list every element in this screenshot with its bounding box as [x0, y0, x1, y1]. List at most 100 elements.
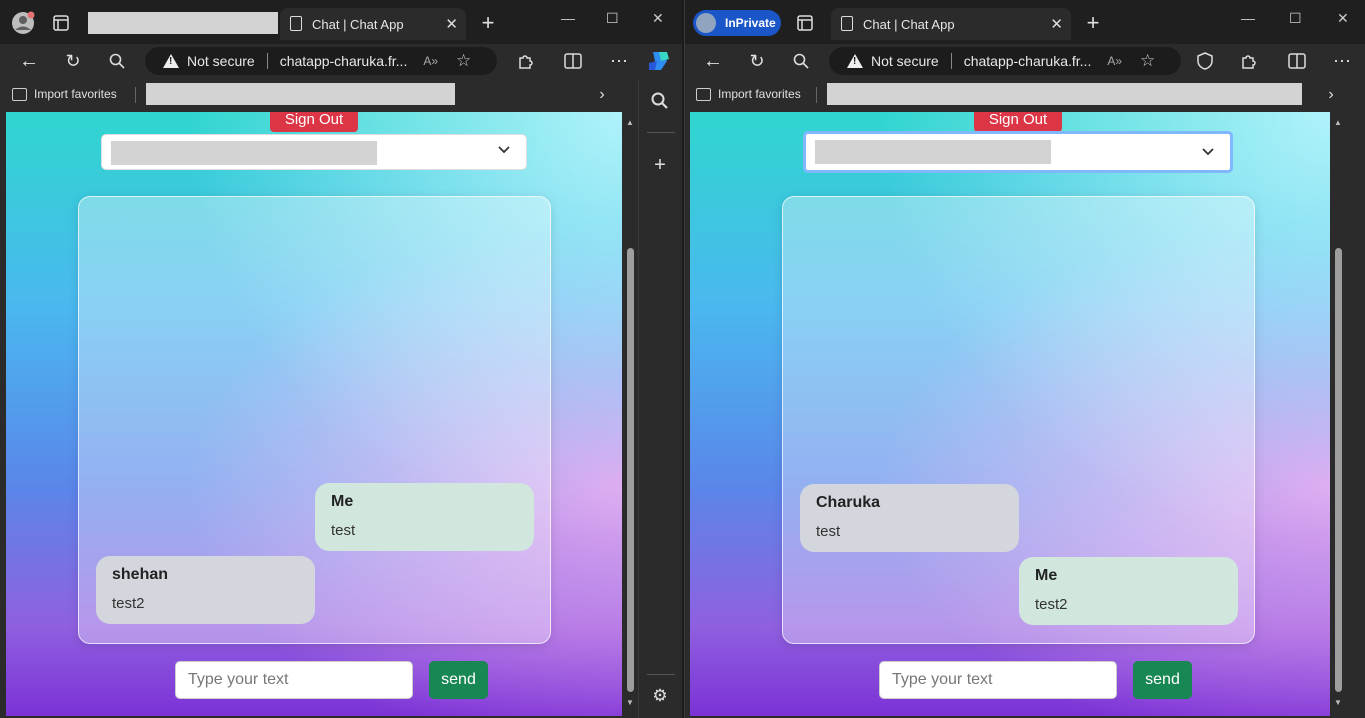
search-icon[interactable] [787, 47, 815, 75]
redacted-tab[interactable] [88, 12, 278, 34]
read-aloud-icon[interactable]: A» [1107, 54, 1122, 68]
extensions-icon[interactable] [511, 47, 539, 75]
scroll-up-icon[interactable]: ▲ [1334, 118, 1342, 127]
close-window-icon[interactable]: ✕ [652, 10, 664, 27]
chat-messages-box: Me test shehan test2 [78, 196, 551, 644]
sign-out-button[interactable]: Sign Out [270, 112, 358, 132]
scroll-down-icon[interactable]: ▼ [626, 698, 634, 707]
redacted-selected-user [111, 141, 377, 165]
browser-window-right: InPrivate Chat | Chat App ✕ + — ☐ ✕ ← ↻ … [684, 0, 1365, 718]
inprivate-avatar-icon [696, 13, 716, 33]
tab-bar: InPrivate Chat | Chat App ✕ + — ☐ ✕ [685, 0, 1365, 44]
tab-actions-icon[interactable] [47, 9, 75, 37]
chat-messages-box: Charuka test Me test2 [782, 196, 1255, 644]
message-sender: Me [1035, 567, 1058, 584]
send-button[interactable]: send [429, 661, 488, 699]
more-menu-icon[interactable]: ⋯ [1328, 47, 1356, 75]
minimize-icon[interactable]: — [1241, 10, 1255, 26]
tab-title: Chat | Chat App [312, 16, 404, 32]
tab-title: Chat | Chat App [863, 16, 955, 32]
chevron-right-icon[interactable]: › [1317, 81, 1345, 109]
extensions-icon[interactable] [1234, 47, 1262, 75]
message-bubble-received: Charuka test [800, 484, 1019, 552]
tab-chat-app[interactable]: Chat | Chat App ✕ [831, 8, 1071, 40]
favorite-star-icon[interactable]: ☆ [1140, 51, 1155, 71]
url-text: chatapp-charuka.fr... [963, 53, 1092, 69]
send-button[interactable]: send [1133, 661, 1192, 699]
scroll-up-icon[interactable]: ▲ [626, 118, 634, 127]
scrollbar-thumb[interactable] [627, 248, 634, 692]
sidebar-add-icon[interactable]: + [646, 151, 674, 179]
user-select[interactable] [803, 131, 1233, 173]
import-icon [12, 87, 27, 101]
redacted-favorites[interactable] [146, 83, 455, 105]
import-favorites[interactable]: Import favorites [12, 87, 117, 101]
close-window-icon[interactable]: ✕ [1337, 10, 1349, 27]
back-icon[interactable]: ← [699, 47, 727, 75]
close-tab-icon[interactable]: ✕ [1050, 15, 1063, 33]
minimize-icon[interactable]: — [561, 10, 575, 26]
split-screen-icon[interactable] [559, 47, 587, 75]
read-aloud-icon[interactable]: A» [423, 54, 438, 68]
message-bubble-sent: Me test2 [1019, 557, 1238, 625]
scrollbar-thumb[interactable] [1335, 248, 1342, 692]
more-menu-icon[interactable]: ⋯ [605, 47, 633, 75]
browser-window-left: Chat | Chat App ✕ + — ☐ ✕ ← ↻ Not secure… [0, 0, 682, 718]
chevron-down-icon [498, 143, 510, 158]
user-select[interactable] [101, 134, 527, 170]
address-bar[interactable]: Not secure chatapp-charuka.fr... A» ☆ [145, 47, 497, 75]
sidebar-settings-icon[interactable]: ⚙ [646, 682, 674, 710]
copilot-icon[interactable] [645, 47, 673, 75]
back-icon[interactable]: ← [15, 47, 43, 75]
split-screen-icon[interactable] [1283, 47, 1311, 75]
redacted-selected-user [815, 140, 1051, 164]
tab-chat-app[interactable]: Chat | Chat App ✕ [280, 8, 466, 40]
page-icon [841, 16, 853, 31]
page-scrollbar[interactable]: ▲ ▼ [623, 112, 637, 716]
message-sender: shehan [112, 566, 169, 583]
sign-out-button[interactable]: Sign Out [974, 112, 1062, 132]
warning-icon [163, 54, 179, 68]
url-text: chatapp-charuka.fr... [279, 53, 408, 69]
redacted-favorites[interactable] [827, 83, 1302, 105]
message-text: test [331, 522, 356, 539]
message-bubble-received: shehan test2 [96, 556, 315, 624]
chat-page: Sign Out Charuka test Me test2 send [690, 112, 1330, 716]
tab-actions-icon[interactable] [791, 9, 819, 37]
security-status: Not secure [871, 53, 939, 69]
message-sender: Charuka [816, 494, 881, 511]
inprivate-badge[interactable]: InPrivate [693, 10, 781, 36]
close-tab-icon[interactable]: ✕ [445, 15, 458, 33]
tab-bar: Chat | Chat App ✕ + — ☐ ✕ [0, 0, 682, 44]
profile-icon[interactable] [9, 9, 37, 37]
sidebar-search-icon[interactable] [646, 87, 674, 115]
message-text: test2 [112, 595, 145, 612]
maximize-icon[interactable]: ☐ [606, 10, 619, 27]
chevron-down-icon [1202, 145, 1214, 160]
security-status: Not secure [187, 53, 255, 69]
message-input[interactable] [175, 661, 413, 699]
import-favorites[interactable]: Import favorites [696, 87, 801, 101]
new-tab-icon[interactable]: + [1079, 9, 1107, 37]
message-text: test [816, 523, 841, 540]
tracking-prevention-icon[interactable] [1191, 47, 1219, 75]
refresh-icon[interactable]: ↻ [59, 47, 87, 75]
message-text: test2 [1035, 596, 1068, 613]
page-icon [290, 16, 302, 31]
message-sender: Me [331, 493, 354, 510]
maximize-icon[interactable]: ☐ [1289, 10, 1302, 27]
favorite-star-icon[interactable]: ☆ [456, 51, 471, 71]
import-icon [696, 87, 711, 101]
scroll-down-icon[interactable]: ▼ [1334, 698, 1342, 707]
address-bar[interactable]: Not secure chatapp-charuka.fr... A» ☆ [829, 47, 1181, 75]
chat-page: Sign Out Me test shehan test2 send [6, 112, 622, 716]
message-input[interactable] [879, 661, 1117, 699]
chevron-right-icon[interactable]: › [588, 81, 616, 109]
search-icon[interactable] [103, 47, 131, 75]
warning-icon [847, 54, 863, 68]
new-tab-icon[interactable]: + [474, 9, 502, 37]
page-scrollbar[interactable]: ▲ ▼ [1331, 112, 1345, 716]
refresh-icon[interactable]: ↻ [743, 47, 771, 75]
message-bubble-sent: Me test [315, 483, 534, 551]
favorites-bar: Import favorites › [0, 80, 682, 110]
